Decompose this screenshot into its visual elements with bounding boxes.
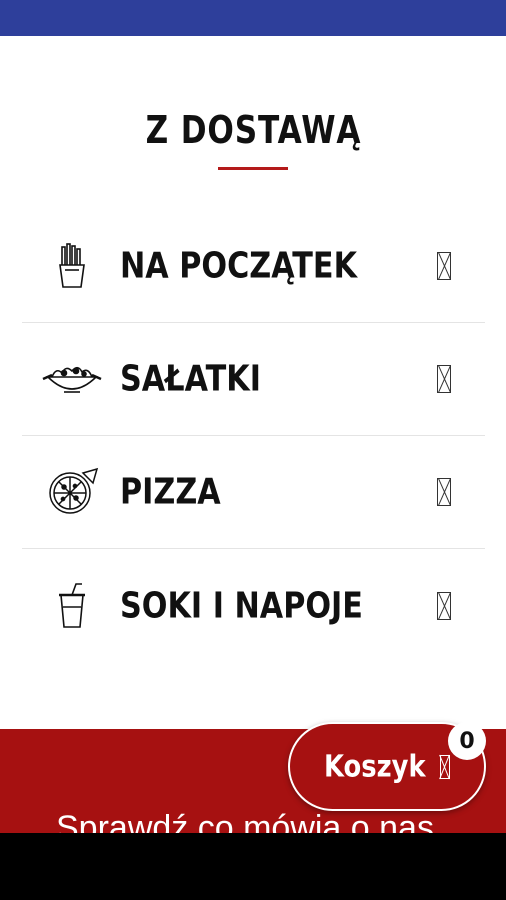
drink-cup-icon xyxy=(42,582,102,630)
status-bar xyxy=(0,0,506,36)
fries-icon xyxy=(42,242,102,290)
menu-item-label: SAŁATKI xyxy=(120,358,261,400)
chevron-right-icon xyxy=(437,478,451,506)
menu-item-soki-i-napoje[interactable]: SOKI I NAPOJE xyxy=(22,549,485,662)
pizza-icon xyxy=(42,467,102,516)
menu-item-label: SOKI I NAPOJE xyxy=(120,585,363,626)
cart-count-badge: 0 xyxy=(448,722,486,760)
chevron-right-icon xyxy=(437,591,451,620)
cart-icon xyxy=(440,754,450,779)
menu-item-label: PIZZA xyxy=(120,471,221,513)
title-underline xyxy=(218,167,288,170)
reviews-link[interactable]: Sprawdź co mówią o nas xyxy=(56,809,434,833)
menu-item-label: NA POCZĄTEK xyxy=(120,245,358,287)
menu-item-na-poczatek[interactable]: NA POCZĄTEK xyxy=(22,210,485,323)
system-nav-bar xyxy=(0,833,506,900)
page-header: Z DOSTAWĄ xyxy=(0,100,506,160)
cart-label: Koszyk xyxy=(324,749,426,784)
category-menu: NA POCZĄTEK SAŁATKI PIZZA SOKI I NAPOJE xyxy=(22,210,485,662)
menu-item-salatki[interactable]: SAŁATKI xyxy=(22,323,485,436)
chevron-right-icon xyxy=(437,252,451,280)
chevron-right-icon xyxy=(437,365,451,393)
salad-bowl-icon xyxy=(42,355,102,403)
menu-item-pizza[interactable]: PIZZA xyxy=(22,436,485,549)
page-title: Z DOSTAWĄ xyxy=(145,108,361,152)
